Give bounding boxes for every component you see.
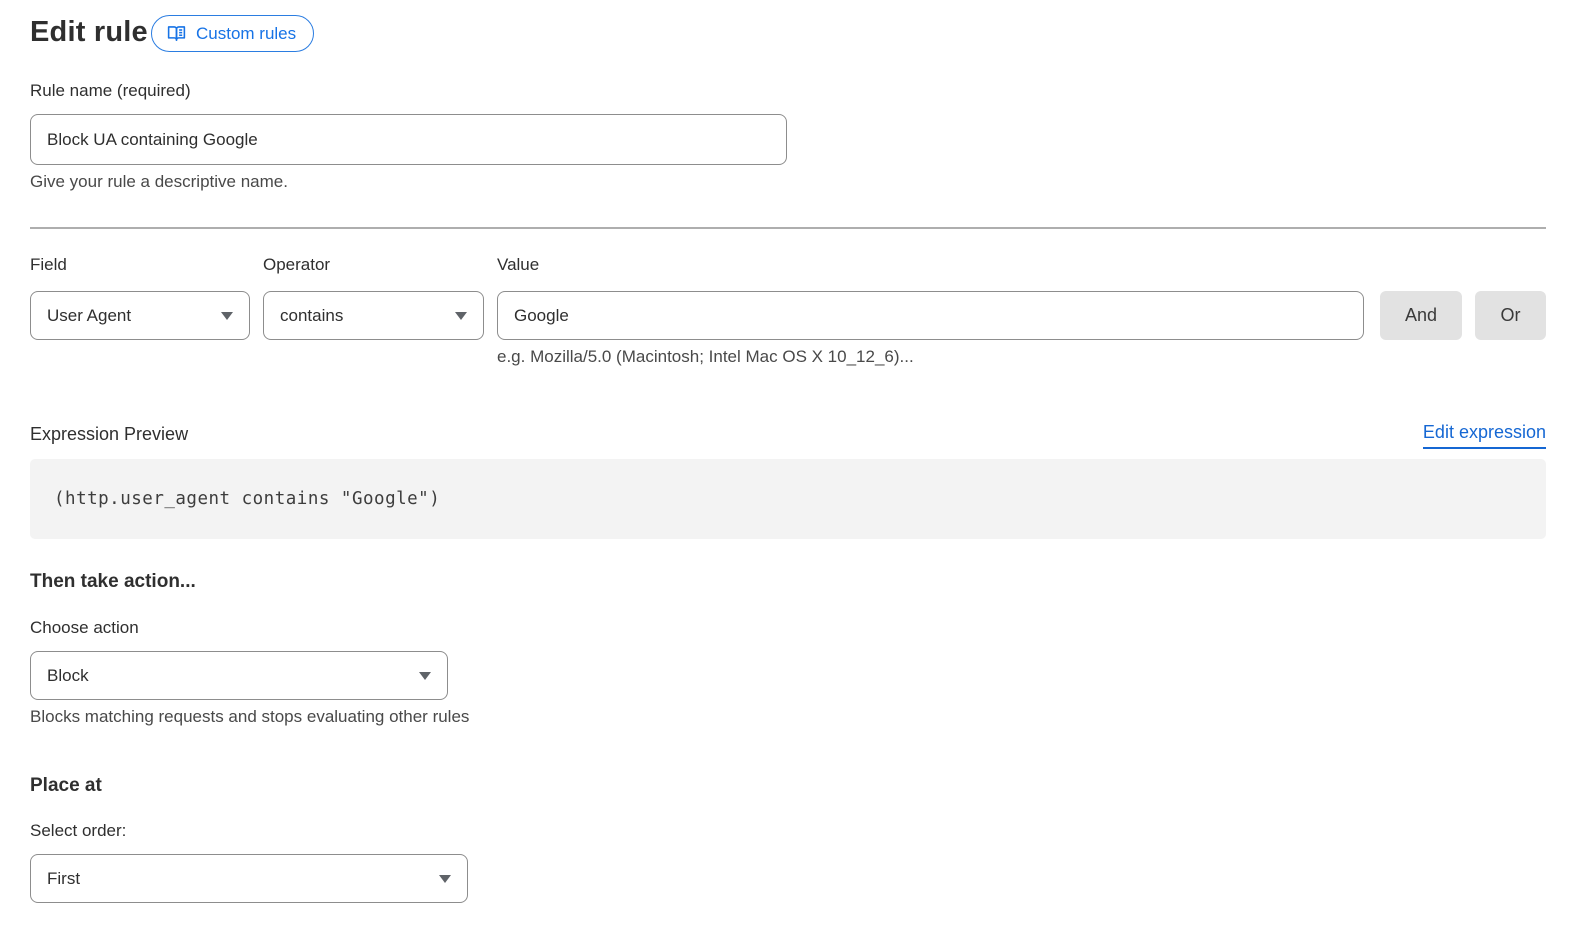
rule-name-input[interactable] — [30, 114, 787, 165]
field-select-value: User Agent — [47, 306, 131, 326]
rule-name-label: Rule name (required) — [30, 81, 191, 101]
expression-preview-label: Expression Preview — [30, 424, 188, 445]
and-button[interactable]: And — [1380, 291, 1462, 340]
order-select[interactable]: First — [30, 854, 468, 903]
operator-select-value: contains — [280, 306, 343, 326]
chevron-down-icon — [419, 672, 431, 680]
action-select-value: Block — [47, 666, 89, 686]
value-help: e.g. Mozilla/5.0 (Macintosh; Intel Mac O… — [497, 347, 914, 367]
book-icon — [166, 23, 187, 44]
section-divider — [30, 227, 1546, 229]
then-take-action-heading: Then take action... — [30, 571, 196, 593]
select-order-label: Select order: — [30, 821, 126, 841]
place-at-heading: Place at — [30, 775, 102, 797]
action-select[interactable]: Block — [30, 651, 448, 700]
or-button[interactable]: Or — [1475, 291, 1546, 340]
custom-rules-button-label: Custom rules — [196, 24, 296, 44]
rule-name-help: Give your rule a descriptive name. — [30, 172, 288, 192]
value-input[interactable] — [497, 291, 1364, 340]
operator-select[interactable]: contains — [263, 291, 484, 340]
expression-code-block: (http.user_agent contains "Google") — [30, 459, 1546, 539]
chevron-down-icon — [221, 312, 233, 320]
action-help: Blocks matching requests and stops evalu… — [30, 707, 469, 727]
chevron-down-icon — [439, 875, 451, 883]
field-label: Field — [30, 255, 67, 275]
page-title: Edit rule — [30, 16, 148, 49]
choose-action-label: Choose action — [30, 618, 139, 638]
custom-rules-button[interactable]: Custom rules — [151, 15, 314, 52]
value-label: Value — [497, 255, 539, 275]
operator-label: Operator — [263, 255, 330, 275]
edit-expression-link[interactable]: Edit expression — [1423, 422, 1546, 449]
order-select-value: First — [47, 869, 80, 889]
chevron-down-icon — [455, 312, 467, 320]
field-select[interactable]: User Agent — [30, 291, 250, 340]
expression-code: (http.user_agent contains "Google") — [54, 489, 440, 509]
